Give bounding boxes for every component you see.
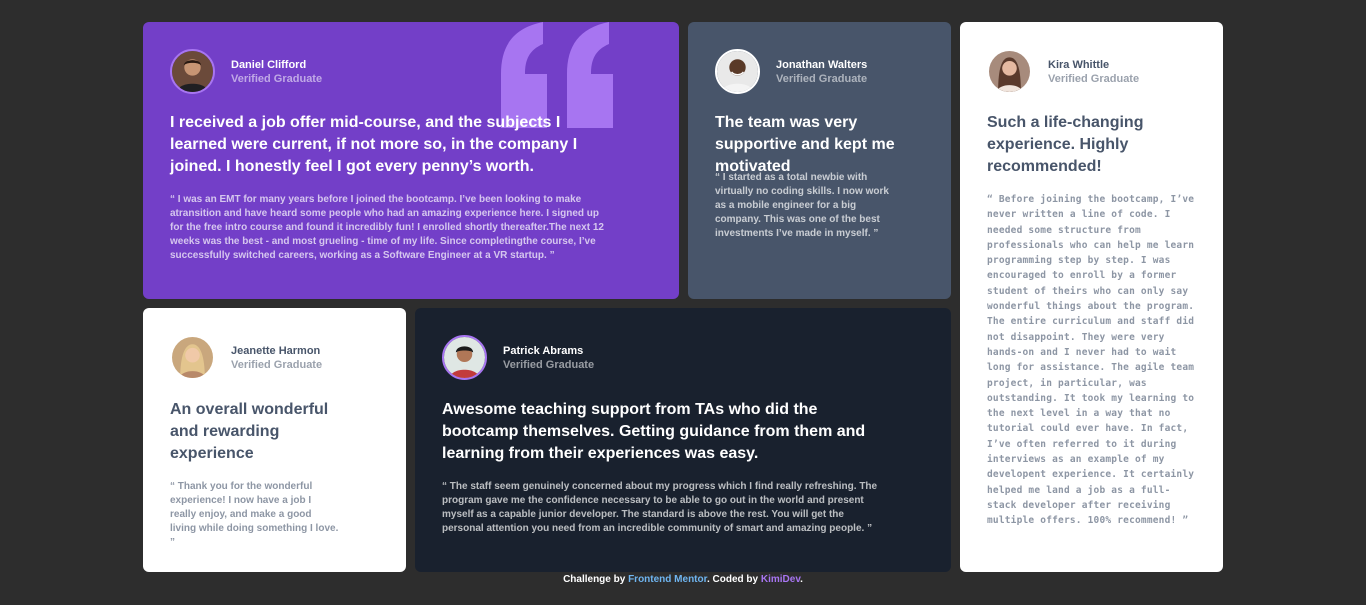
testimonial-card-patrick: Patrick Abrams Verified Graduate Awesome… bbox=[415, 308, 951, 572]
testimonial-card-jonathan: Jonathan Walters Verified Graduate The t… bbox=[688, 22, 951, 299]
attribution-suffix: . bbox=[800, 574, 803, 585]
testimonial-body: “ Before joining the bootcamp, I’ve neve… bbox=[987, 194, 1195, 527]
testimonial-headline: The team was very supportive and kept me… bbox=[715, 114, 895, 175]
avatar bbox=[715, 49, 760, 94]
avatar bbox=[170, 335, 215, 380]
testimonial-card-kira: Kira Whittle Verified Graduate Such a li… bbox=[960, 22, 1223, 572]
avatar bbox=[442, 335, 487, 380]
author-name: Kira Whittle bbox=[1048, 58, 1110, 71]
author-block: Kira Whittle Verified Graduate bbox=[987, 49, 1139, 94]
author-role: Verified Graduate bbox=[231, 358, 323, 371]
author-name: Jonathan Walters bbox=[776, 58, 868, 71]
attribution-prefix: Challenge by bbox=[563, 574, 629, 585]
attribution-footer: Challenge by Frontend Mentor. Coded by K… bbox=[0, 574, 1366, 586]
avatar bbox=[170, 49, 215, 94]
author-role: Verified Graduate bbox=[1048, 72, 1140, 85]
author-role: Verified Graduate bbox=[776, 72, 868, 85]
author-role: Verified Graduate bbox=[231, 72, 323, 85]
testimonial-body: “ I was an EMT for many years before I j… bbox=[170, 194, 604, 261]
author-block: Jonathan Walters Verified Graduate bbox=[715, 49, 867, 94]
testimonial-headline: Such a life-changing experience. Highly … bbox=[987, 114, 1144, 175]
testimonials-grid: Daniel Clifford Verified Graduate I rece… bbox=[143, 22, 1223, 572]
author-link[interactable]: KimiDev bbox=[761, 574, 800, 585]
testimonial-headline: I received a job offer mid-course, and t… bbox=[170, 114, 578, 175]
testimonial-headline: Awesome teaching support from TAs who di… bbox=[442, 401, 866, 462]
frontend-mentor-link[interactable]: Frontend Mentor bbox=[628, 574, 707, 585]
testimonial-body: “ Thank you for the wonderful experience… bbox=[170, 481, 339, 548]
author-name: Patrick Abrams bbox=[503, 344, 584, 357]
attribution-middle: . Coded by bbox=[706, 574, 761, 585]
author-name: Daniel Clifford bbox=[231, 58, 307, 71]
avatar bbox=[987, 49, 1032, 94]
author-block: Patrick Abrams Verified Graduate bbox=[442, 335, 594, 380]
testimonial-body: “ I started as a total newbie with virtu… bbox=[715, 172, 889, 239]
testimonial-card-jeanette: Jeanette Harmon Verified Graduate An ove… bbox=[143, 308, 406, 572]
testimonial-body: “ The staff seem genuinely concerned abo… bbox=[442, 481, 878, 534]
testimonial-headline: An overall wonderful and rewarding exper… bbox=[170, 401, 329, 462]
author-block: Daniel Clifford Verified Graduate bbox=[170, 49, 322, 94]
testimonial-card-daniel: Daniel Clifford Verified Graduate I rece… bbox=[143, 22, 679, 299]
author-role: Verified Graduate bbox=[503, 358, 595, 371]
author-name: Jeanette Harmon bbox=[231, 344, 321, 357]
author-block: Jeanette Harmon Verified Graduate bbox=[170, 335, 322, 380]
